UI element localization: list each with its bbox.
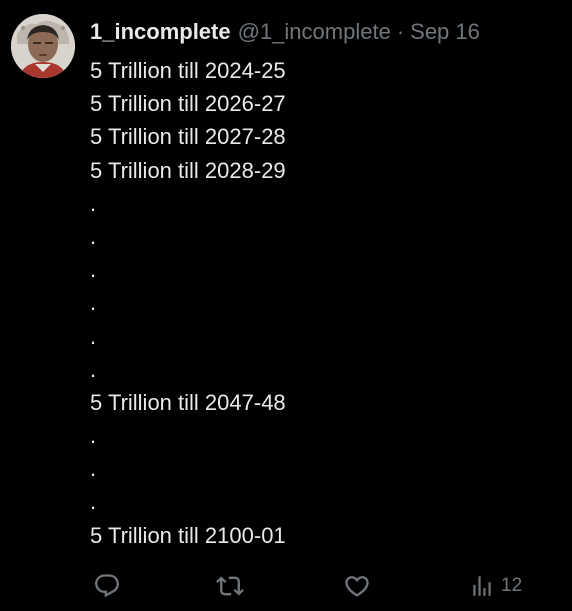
tweet-line: 5 Trillion till 2100-01 [90,522,286,548]
avatar-image [11,14,75,78]
tweet-line: . [90,423,97,449]
tweet-actions: 12 [0,570,572,602]
tweet-line: . [90,356,97,382]
views-icon [473,576,491,596]
tweet-header: 1_incomplete @1_incomplete · Sep 16 [90,17,480,47]
avatar[interactable] [11,14,75,78]
header-separator: · [396,19,405,44]
user-handle[interactable]: @1_incomplete [238,17,391,47]
tweet-line: 5 Trillion till 2028-29 [90,157,286,183]
reply-button[interactable] [93,570,121,602]
views-button[interactable]: 12 [469,570,522,602]
tweet[interactable]: 1_incomplete @1_incomplete · Sep 16 5 Tr… [0,0,572,611]
retweet-icon [216,576,244,596]
tweet-line: 5 Trillion till 2047-48 [90,389,286,415]
like-button[interactable] [343,570,371,602]
tweet-line: . [90,489,97,515]
tweet-line: . [90,456,97,482]
tweet-line: 5 Trillion till 2024-25 [90,58,286,83]
tweet-line: . [90,223,97,249]
heart-icon [345,576,369,597]
tweet-line: . [90,257,97,283]
tweet-line: . [90,290,97,316]
tweet-line: 5 Trillion till 2027-28 [90,124,286,150]
reply-icon [95,574,119,598]
tweet-line: 5 Trillion till 2026-27 [90,91,286,117]
tweet-line: . [90,190,97,216]
tweet-date[interactable]: Sep 16 [410,17,480,47]
retweet-button[interactable] [216,570,244,602]
tweet-text: 5 Trillion till 2024-25 5 Trillion till … [90,54,560,552]
tweet-line: . [90,323,97,349]
views-count: 12 [501,575,523,596]
display-name[interactable]: 1_incomplete [90,17,231,47]
